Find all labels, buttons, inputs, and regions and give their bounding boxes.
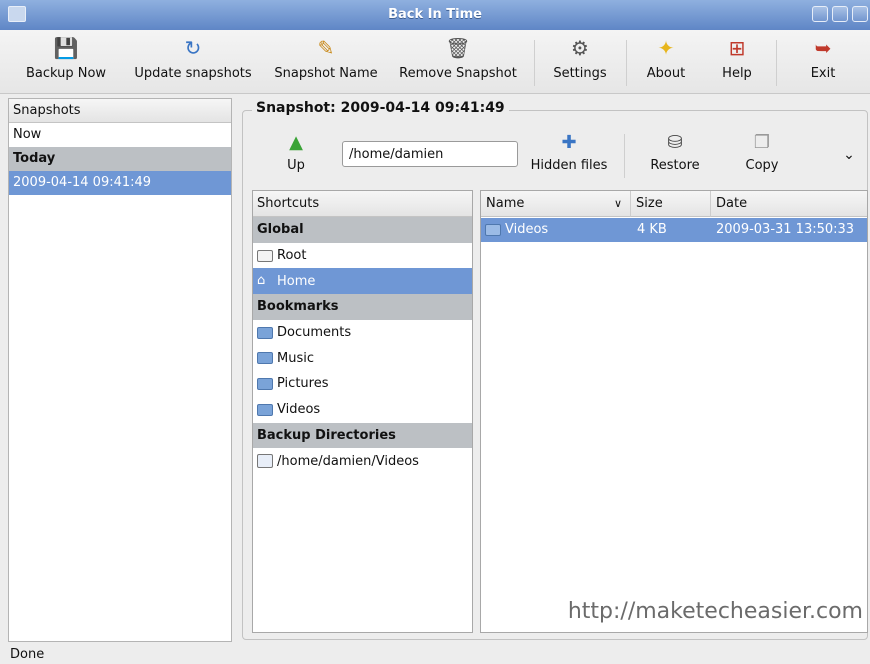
shortcut-group-global: Global <box>253 217 472 243</box>
column-header-name[interactable]: Name ∨ <box>481 191 631 217</box>
snapshot-title: Snapshot: 2009-04-14 09:41:49 <box>252 100 509 116</box>
refresh-icon: ↻ <box>184 36 202 60</box>
minimize-button[interactable] <box>812 6 828 22</box>
shortcut-documents[interactable]: Documents <box>253 320 472 346</box>
folder-icon <box>257 377 273 390</box>
up-button[interactable]: ▲ Up <box>272 128 320 184</box>
copy-button[interactable]: ❐ Copy <box>734 128 790 184</box>
up-arrow-icon: ▲ <box>289 132 303 153</box>
restore-icon: ⛁ <box>667 132 683 153</box>
snapshot-item-selected[interactable]: 2009-04-14 09:41:49 <box>9 171 231 195</box>
backup-now-icon: 💾 <box>53 36 79 60</box>
shortcuts-panel[interactable]: Shortcuts Global Root ⌂ Home Bookmarks Do… <box>252 190 473 633</box>
folder-icon <box>257 326 273 339</box>
shortcut-group-backup-directories: Backup Directories <box>253 422 472 449</box>
home-icon: ⌂ <box>257 273 266 289</box>
backup-now-button[interactable]: 💾 Backup Now <box>16 30 116 94</box>
chevron-down-icon: ⌄ <box>843 147 855 163</box>
restore-button[interactable]: ⛁ Restore <box>642 128 708 184</box>
folder-icon <box>257 352 273 365</box>
shortcut-music[interactable]: Music <box>253 345 472 371</box>
settings-button[interactable]: ⚙ Settings <box>546 30 614 94</box>
snapshots-header[interactable]: Snapshots <box>9 99 231 123</box>
shortcut-backup-dir[interactable]: /home/damien/Videos <box>253 448 472 474</box>
drive-icon <box>257 249 273 262</box>
column-header-date[interactable]: Date <box>711 191 867 217</box>
folder-icon <box>257 403 273 416</box>
watermark-text: http://maketecheasier.com <box>567 599 863 624</box>
files-panel[interactable]: Name ∨ Size Date Videos 4 KB 2009-03-31 … <box>480 190 868 633</box>
exit-icon: ➥ <box>814 36 832 60</box>
remove-icon: 🗑 <box>445 36 471 60</box>
exit-button[interactable]: ➥ Exit <box>796 30 850 94</box>
sort-chevron-icon: ∨ <box>613 197 622 210</box>
more-options-button[interactable]: ⌄ <box>836 140 862 196</box>
folder-icon <box>485 224 501 236</box>
snapshot-group-today: Today <box>9 147 231 171</box>
copy-icon: ❐ <box>753 132 771 153</box>
edit-icon: ✎ <box>317 36 335 60</box>
remove-snapshot-button[interactable]: 🗑 Remove Snapshot <box>390 30 526 94</box>
window-title: Back In Time <box>388 7 482 22</box>
gear-icon: ⚙ <box>571 36 589 60</box>
help-icon: ⊞ <box>728 36 746 60</box>
about-button[interactable]: ✦ About <box>638 30 694 94</box>
help-button[interactable]: ⊞ Help <box>712 30 762 94</box>
hidden-files-button[interactable]: ✚ Hidden files <box>524 128 614 184</box>
path-input[interactable] <box>342 141 518 167</box>
status-bar: Done <box>0 646 870 664</box>
title-bar: Back In Time <box>0 0 870 30</box>
snapshot-name-button[interactable]: ✎ Snapshot Name <box>266 30 386 94</box>
column-header-size[interactable]: Size <box>631 191 711 217</box>
shortcut-home[interactable]: ⌂ Home <box>253 268 472 295</box>
snapshot-item-now[interactable]: Now <box>9 123 231 147</box>
star-icon: ✦ <box>657 36 675 60</box>
shortcut-videos[interactable]: Videos <box>253 397 472 423</box>
update-snapshots-button[interactable]: ↻ Update snapshots <box>122 30 264 94</box>
toolbar-separator <box>534 40 535 86</box>
toolbar-separator <box>626 40 627 86</box>
shortcuts-header[interactable]: Shortcuts <box>253 191 472 217</box>
shortcut-group-bookmarks: Bookmarks <box>253 294 472 320</box>
maximize-button[interactable] <box>832 6 848 22</box>
backup-folder-icon <box>257 454 273 469</box>
shortcut-root[interactable]: Root <box>253 243 472 269</box>
main-toolbar: 💾 Backup Now ↻ Update snapshots ✎ Snapsh… <box>0 30 870 94</box>
shortcut-pictures[interactable]: Pictures <box>253 371 472 397</box>
toolbar-separator <box>776 40 777 86</box>
snapshots-list[interactable]: Snapshots Now Today 2009-04-14 09:41:49 <box>8 98 232 642</box>
toolbar-separator <box>624 134 625 178</box>
file-row[interactable]: Videos 4 KB 2009-03-31 13:50:33 <box>481 218 867 242</box>
close-button[interactable] <box>852 6 868 22</box>
plus-icon: ✚ <box>561 132 577 153</box>
